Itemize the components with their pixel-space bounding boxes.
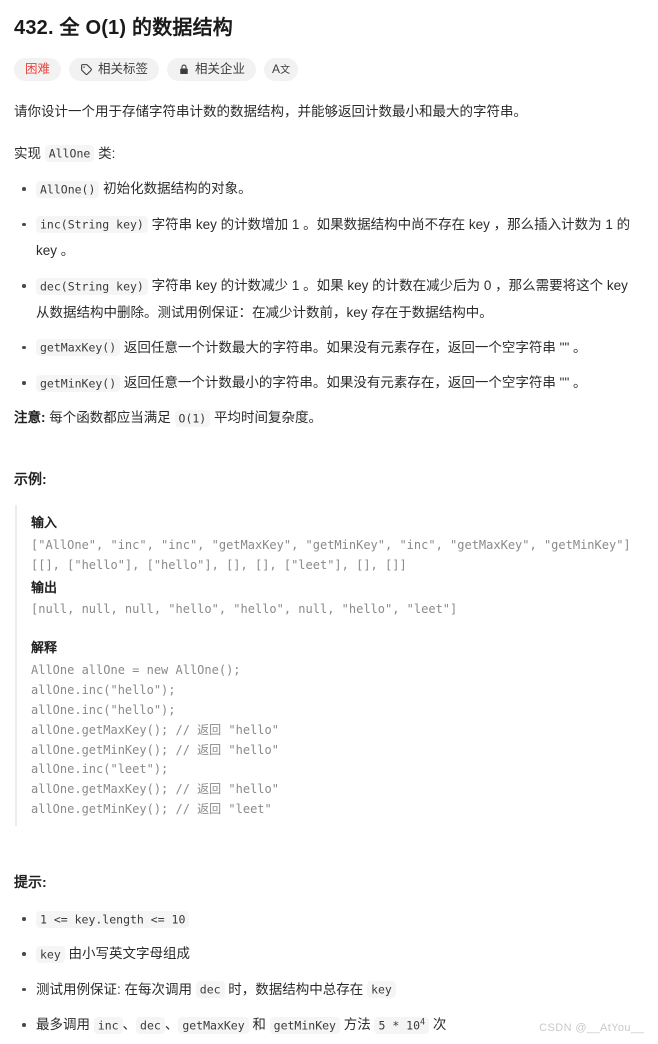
method-signature: getMaxKey() [36, 339, 121, 357]
hint-text-pre: 最多调用 [36, 1017, 94, 1033]
implement-line: 实现 AllOne 类: [14, 141, 644, 167]
inline-code-allone: AllOne [44, 145, 95, 163]
list-item: 1 <= key.length <= 10 [14, 906, 644, 932]
language-toggle-button[interactable]: A文 [264, 58, 299, 81]
method-list: AllOne() 初始化数据结构的对象。 inc(String key) 字符串… [14, 176, 644, 396]
translate-icon: A文 [272, 62, 291, 76]
method-signature: AllOne() [36, 180, 100, 198]
difficulty-label: 困难 [25, 62, 51, 77]
example-output-label: 输出 [31, 579, 58, 595]
hint-code-getmaxkey: getMaxKey [178, 1016, 249, 1034]
lock-icon [178, 63, 190, 76]
note-text-before: 每个函数都应当满足 [45, 410, 175, 426]
example-output-code: [null, null, null, "hello", "hello", nul… [31, 602, 458, 617]
list-item: getMinKey() 返回任意一个计数最小的字符串。如果没有元素存在，返回一个… [14, 370, 644, 396]
hint-sep: 、 [164, 1017, 179, 1033]
hint-text: 由小写英文字母组成 [64, 946, 191, 962]
hint-code-key: key [36, 945, 65, 963]
example-heading: 示例: [14, 471, 47, 488]
hint-text-pre: 测试用例保证: 在每次调用 [36, 981, 196, 997]
hint-and: 和 [248, 1017, 270, 1033]
hint-code-dec2: dec [136, 1016, 165, 1034]
method-signature: getMinKey() [36, 374, 121, 392]
method-signature: inc(String key) [36, 216, 148, 234]
note-paragraph: 注意: 每个函数都应当满足 O(1) 平均时间复杂度。 [14, 405, 644, 431]
example-block: 输入 ["AllOne", "inc", "inc", "getMaxKey",… [15, 505, 644, 827]
hint-sep: 、 [122, 1017, 137, 1033]
hint-code-length: 1 <= key.length <= 10 [36, 910, 190, 928]
hint-text-mid: 时，数据结构中总存在 [224, 981, 368, 997]
hint-code-key2: key [367, 981, 396, 999]
hints-heading: 提示: [14, 874, 47, 891]
tag-icon [80, 63, 93, 76]
hint-code-getminkey: getMinKey [269, 1016, 340, 1034]
badge-row: 困难 相关标签 相关企业 A文 [14, 58, 644, 81]
hint-text-mid: 方法 [339, 1017, 375, 1033]
method-signature: dec(String key) [36, 277, 148, 295]
method-description: 初始化数据结构的对象。 [99, 181, 252, 197]
call-count-exponent: 4 [420, 1017, 426, 1028]
implement-suffix: 类: [94, 145, 116, 161]
note-label: 注意: [14, 410, 46, 426]
example-spacer [31, 620, 644, 636]
hint-code-calls: 5 * 104 [374, 1016, 430, 1034]
related-tags-label: 相关标签 [98, 62, 149, 77]
hint-code-dec: dec [195, 981, 225, 999]
hint-code-inc: inc [93, 1016, 123, 1034]
note-text-after: 平均时间复杂度。 [210, 410, 322, 426]
difficulty-badge[interactable]: 困难 [14, 58, 62, 81]
related-companies-button[interactable]: 相关企业 [167, 58, 257, 81]
example-input-code: ["AllOne", "inc", "inc", "getMaxKey", "g… [31, 537, 631, 572]
list-item: dec(String key) 字符串 key 的计数减少 1 。如果 key … [14, 273, 644, 326]
intro-paragraph: 请你设计一个用于存储字符串计数的数据结构，并能够返回计数最小和最大的字符串。 [14, 104, 527, 119]
example-input-label: 输入 [31, 515, 58, 531]
method-description: 返回任意一个计数最大的字符串。如果没有元素存在，返回一个空字符串 "" 。 [120, 339, 587, 355]
hint-suffix: 次 [429, 1017, 447, 1033]
related-tags-button[interactable]: 相关标签 [69, 58, 160, 81]
related-companies-label: 相关企业 [195, 62, 246, 77]
list-item: inc(String key) 字符串 key 的计数增加 1 。如果数据结构中… [14, 212, 644, 265]
problem-page: 432. 全 O(1) 的数据结构 困难 相关标签 相关企业 A 文 请你设计一… [0, 0, 658, 1038]
implement-prefix: 实现 [14, 145, 45, 161]
call-count-base: 5 * 10 [378, 1018, 421, 1033]
example-explain-code: AllOne allOne = new AllOne(); allOne.inc… [31, 662, 279, 817]
inline-code-complexity: O(1) [174, 409, 211, 427]
list-item: getMaxKey() 返回任意一个计数最大的字符串。如果没有元素存在，返回一个… [14, 335, 644, 361]
method-description: 返回任意一个计数最小的字符串。如果没有元素存在，返回一个空字符串 "" 。 [120, 375, 587, 391]
list-item: AllOne() 初始化数据结构的对象。 [14, 176, 644, 202]
list-item: key 由小写英文字母组成 [14, 941, 644, 967]
example-explain-label: 解释 [31, 640, 58, 656]
csdn-watermark: CSDN @__AtYou__ [539, 1022, 644, 1034]
list-item: 测试用例保证: 在每次调用 dec 时，数据结构中总存在 key [14, 977, 644, 1003]
hint-list: 1 <= key.length <= 10 key 由小写英文字母组成 测试用例… [14, 906, 644, 1038]
page-title: 432. 全 O(1) 的数据结构 [14, 17, 233, 39]
